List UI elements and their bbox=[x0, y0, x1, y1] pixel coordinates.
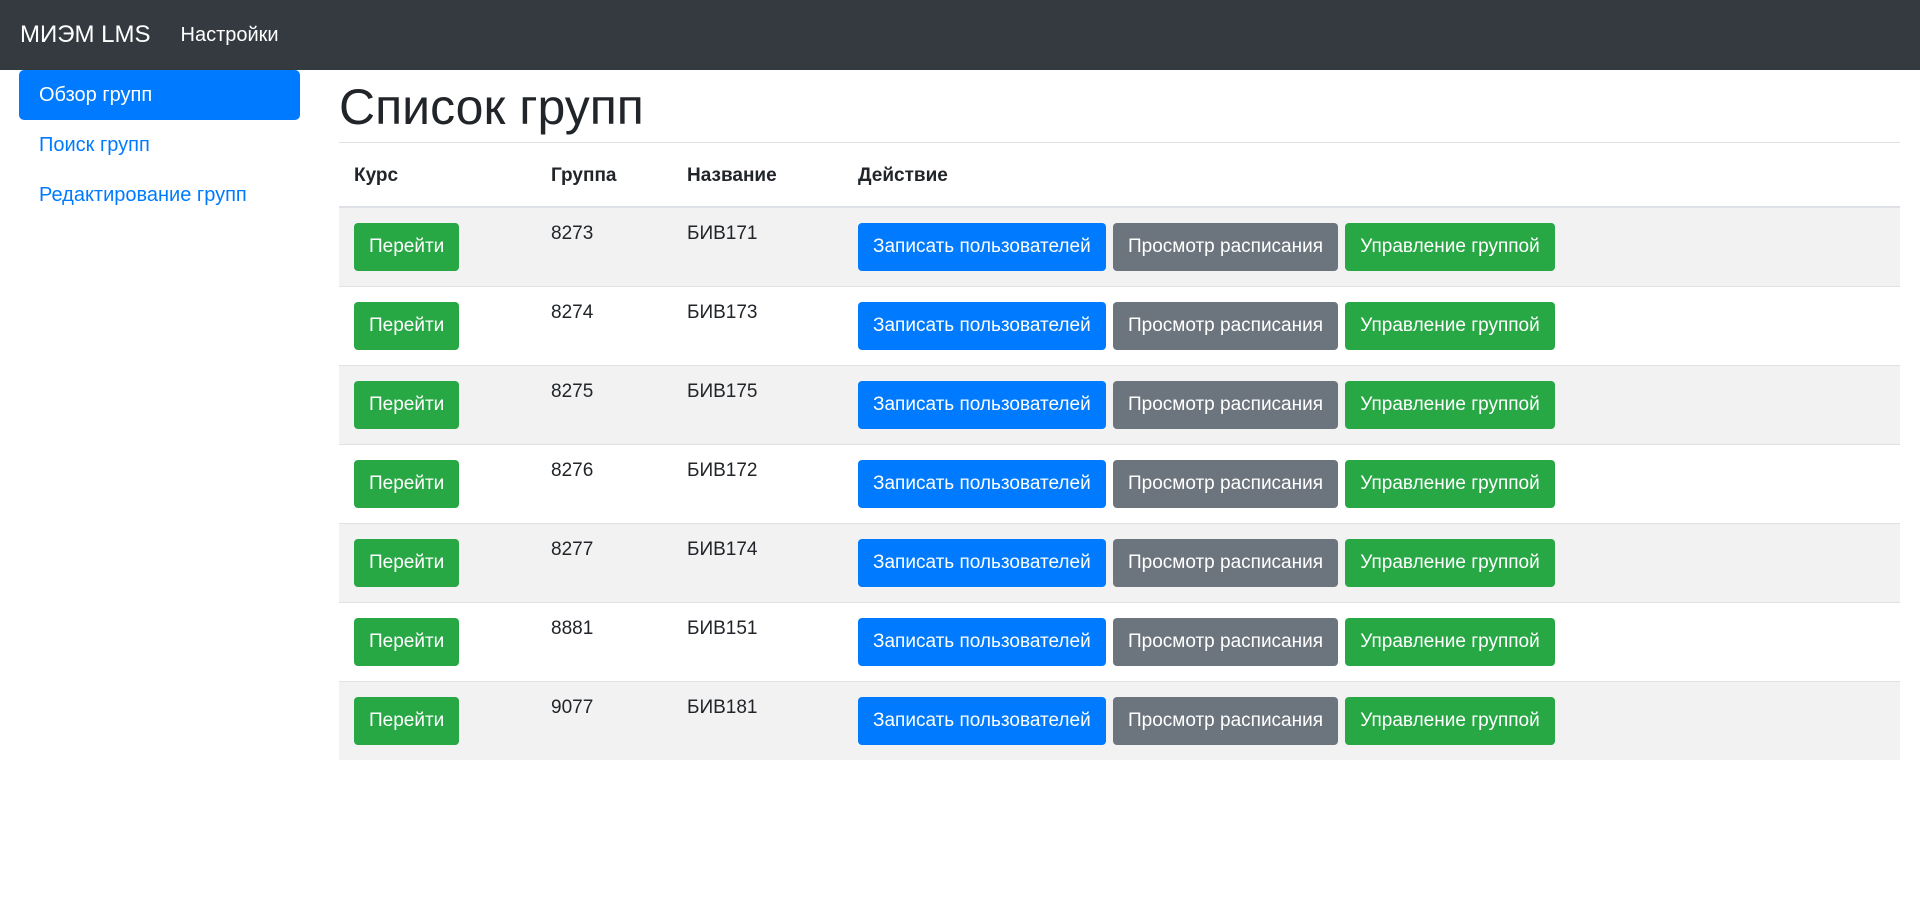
groups-table: Курс Группа Название Действие Перейти 82… bbox=[339, 145, 1900, 760]
group-name: БИВ171 bbox=[672, 206, 843, 287]
manage-group-button[interactable]: Управление группой bbox=[1345, 539, 1555, 587]
table-row: Перейти 8273 БИВ171 Записать пользовател… bbox=[339, 206, 1900, 287]
group-number: 8277 bbox=[536, 523, 672, 603]
group-name: БИВ181 bbox=[672, 681, 843, 760]
view-schedule-button[interactable]: Просмотр расписания bbox=[1112, 381, 1339, 429]
view-schedule-button[interactable]: Просмотр расписания bbox=[1112, 618, 1339, 666]
page-title: Список групп bbox=[339, 77, 1900, 143]
actions-cell: Записать пользователей Просмотр расписан… bbox=[843, 206, 1900, 287]
manage-group-button[interactable]: Управление группой bbox=[1345, 460, 1555, 508]
group-name: БИВ172 bbox=[672, 444, 843, 524]
sidebar-item-edit[interactable]: Редактирование групп bbox=[19, 170, 300, 220]
group-name: БИВ174 bbox=[672, 523, 843, 603]
manage-group-button[interactable]: Управление группой bbox=[1345, 381, 1555, 429]
view-schedule-button[interactable]: Просмотр расписания bbox=[1112, 302, 1339, 350]
top-navbar: МИЭМ LMS Настройки bbox=[0, 0, 1920, 70]
go-to-course-button[interactable]: Перейти bbox=[354, 302, 460, 350]
settings-link[interactable]: Настройки bbox=[181, 24, 279, 47]
actions-cell: Записать пользователей Просмотр расписан… bbox=[843, 681, 1900, 760]
go-to-course-button[interactable]: Перейти bbox=[354, 460, 460, 508]
manage-group-button[interactable]: Управление группой bbox=[1345, 302, 1555, 350]
go-to-course-button[interactable]: Перейти bbox=[354, 223, 460, 271]
manage-group-button[interactable]: Управление группой bbox=[1345, 618, 1555, 666]
column-header-action: Действие bbox=[843, 145, 1900, 208]
enroll-users-button[interactable]: Записать пользователей bbox=[858, 460, 1106, 508]
table-row: Перейти 9077 БИВ181 Записать пользовател… bbox=[339, 681, 1900, 760]
column-header-name: Название bbox=[672, 145, 843, 208]
sidebar: Обзор групп Поиск групп Редактирование г… bbox=[19, 70, 300, 220]
actions-cell: Записать пользователей Просмотр расписан… bbox=[843, 602, 1900, 682]
group-number: 8274 bbox=[536, 286, 672, 366]
enroll-users-button[interactable]: Записать пользователей bbox=[858, 223, 1106, 271]
manage-group-button[interactable]: Управление группой bbox=[1345, 223, 1555, 271]
group-number: 8276 bbox=[536, 444, 672, 524]
enroll-users-button[interactable]: Записать пользователей bbox=[858, 539, 1106, 587]
table-row: Перейти 8881 БИВ151 Записать пользовател… bbox=[339, 602, 1900, 682]
view-schedule-button[interactable]: Просмотр расписания bbox=[1112, 539, 1339, 587]
sidebar-item-search[interactable]: Поиск групп bbox=[19, 120, 300, 170]
view-schedule-button[interactable]: Просмотр расписания bbox=[1112, 460, 1339, 508]
sidebar-item-overview[interactable]: Обзор групп bbox=[19, 70, 300, 120]
actions-cell: Записать пользователей Просмотр расписан… bbox=[843, 365, 1900, 445]
group-number: 8275 bbox=[536, 365, 672, 445]
brand-link[interactable]: МИЭМ LMS bbox=[20, 21, 151, 49]
column-header-group: Группа bbox=[536, 145, 672, 208]
view-schedule-button[interactable]: Просмотр расписания bbox=[1112, 223, 1339, 271]
column-header-course: Курс bbox=[339, 145, 536, 208]
go-to-course-button[interactable]: Перейти bbox=[354, 539, 460, 587]
actions-cell: Записать пользователей Просмотр расписан… bbox=[843, 444, 1900, 524]
enroll-users-button[interactable]: Записать пользователей bbox=[858, 381, 1106, 429]
go-to-course-button[interactable]: Перейти bbox=[354, 697, 460, 745]
enroll-users-button[interactable]: Записать пользователей bbox=[858, 618, 1106, 666]
table-row: Перейти 8276 БИВ172 Записать пользовател… bbox=[339, 444, 1900, 524]
table-row: Перейти 8275 БИВ175 Записать пользовател… bbox=[339, 365, 1900, 445]
group-name: БИВ173 bbox=[672, 286, 843, 366]
group-number: 8881 bbox=[536, 602, 672, 682]
actions-cell: Записать пользователей Просмотр расписан… bbox=[843, 523, 1900, 603]
enroll-users-button[interactable]: Записать пользователей bbox=[858, 697, 1106, 745]
enroll-users-button[interactable]: Записать пользователей bbox=[858, 302, 1106, 350]
group-number: 8273 bbox=[536, 206, 672, 287]
view-schedule-button[interactable]: Просмотр расписания bbox=[1112, 697, 1339, 745]
table-row: Перейти 8277 БИВ174 Записать пользовател… bbox=[339, 523, 1900, 603]
actions-cell: Записать пользователей Просмотр расписан… bbox=[843, 286, 1900, 366]
group-name: БИВ175 bbox=[672, 365, 843, 445]
group-number: 9077 bbox=[536, 681, 672, 760]
main-content: Список групп Курс Группа Название Действ… bbox=[339, 70, 1900, 760]
group-name: БИВ151 bbox=[672, 602, 843, 682]
go-to-course-button[interactable]: Перейти bbox=[354, 381, 460, 429]
go-to-course-button[interactable]: Перейти bbox=[354, 618, 460, 666]
table-row: Перейти 8274 БИВ173 Записать пользовател… bbox=[339, 286, 1900, 366]
manage-group-button[interactable]: Управление группой bbox=[1345, 697, 1555, 745]
